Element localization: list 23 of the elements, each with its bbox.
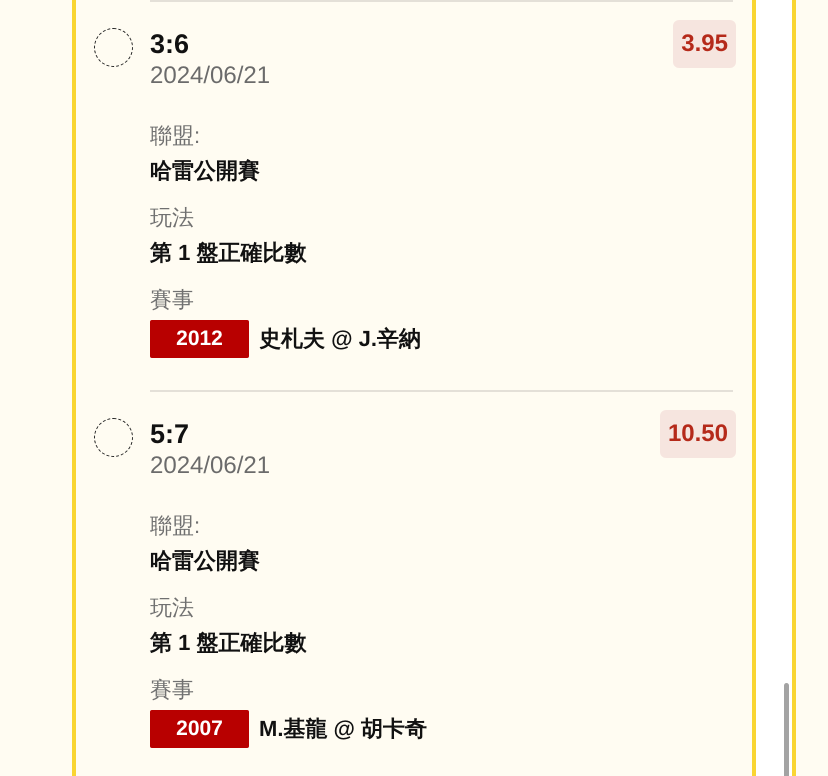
odds-badge: 10.50 <box>660 410 736 458</box>
market-text: 第 1 盤正確比數 <box>150 629 308 657</box>
score-text: 5:7 <box>150 418 190 450</box>
score-text: 3:6 <box>150 28 190 60</box>
select-radio[interactable] <box>94 28 133 67</box>
event-name: 史札夫 @ J.辛納 <box>259 325 422 353</box>
league-text: 哈雷公開賽 <box>150 547 261 575</box>
select-radio[interactable] <box>94 418 133 457</box>
field-label: 玩法 <box>150 204 195 232</box>
event-name: M.基龍 @ 胡卡奇 <box>259 715 428 743</box>
field-label: 聯盟: <box>150 512 202 540</box>
market-text: 第 1 盤正確比數 <box>150 239 308 267</box>
date-text: 2024/06/21 <box>150 61 270 91</box>
odds-badge: 3.95 <box>673 20 736 68</box>
scrollbar-thumb[interactable] <box>784 683 789 776</box>
field-label: 玩法 <box>150 594 195 622</box>
date-text: 2024/06/21 <box>150 451 270 481</box>
field-label: 聯盟: <box>150 122 202 150</box>
event-code-badge: 2012 <box>150 320 249 358</box>
field-label: 賽事 <box>150 676 195 704</box>
field-label: 賽事 <box>150 286 195 314</box>
event-code-badge: 2007 <box>150 710 249 748</box>
league-text: 哈雷公開賽 <box>150 157 261 185</box>
